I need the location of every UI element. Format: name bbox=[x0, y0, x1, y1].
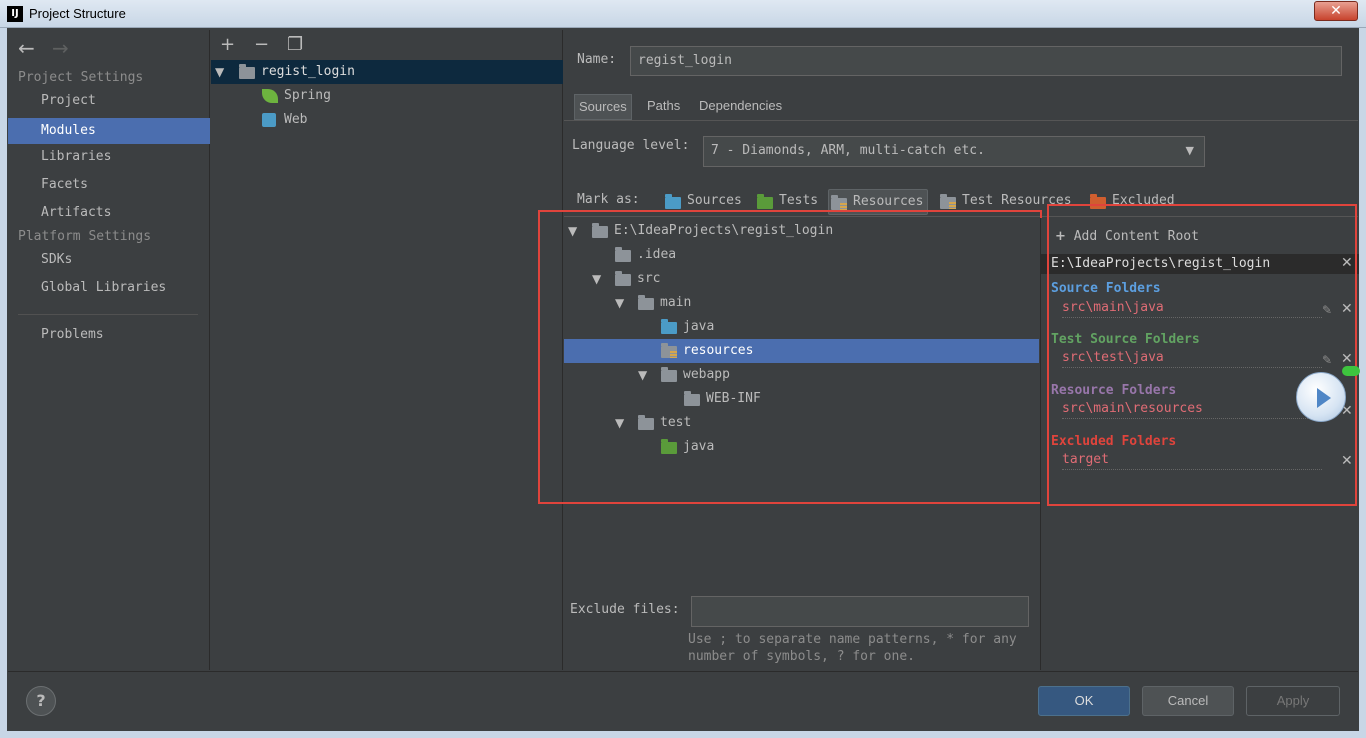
web-icon bbox=[262, 113, 276, 127]
resources-folder-icon bbox=[831, 195, 847, 210]
play-overlay-button[interactable] bbox=[1296, 372, 1346, 422]
language-level-select[interactable]: 7 - Diamonds, ARM, multi-catch etc. ▼ bbox=[703, 136, 1205, 167]
language-level-label: Language level: bbox=[572, 138, 690, 153]
intellij-icon: IJ bbox=[7, 6, 23, 22]
nav-divider bbox=[18, 314, 198, 315]
mark-label: Sources bbox=[687, 193, 742, 208]
back-arrow-icon[interactable]: ← bbox=[18, 36, 35, 60]
highlight-box-tree bbox=[538, 210, 1042, 504]
nav-item-modules[interactable]: Modules bbox=[8, 118, 210, 144]
test-resources-folder-icon bbox=[940, 194, 956, 209]
nav-item-problems[interactable]: Problems bbox=[8, 322, 210, 348]
module-folder-icon bbox=[239, 64, 255, 79]
tab-paths[interactable]: Paths bbox=[643, 94, 684, 120]
tests-folder-icon bbox=[757, 194, 773, 209]
tab-dependencies[interactable]: Dependencies bbox=[695, 94, 786, 120]
tab-divider bbox=[564, 120, 1358, 121]
green-indicator-icon bbox=[1342, 366, 1360, 376]
nav-item-libraries[interactable]: Libraries bbox=[8, 144, 210, 170]
nav-item-sdks[interactable]: SDKs bbox=[8, 247, 210, 273]
copy-icon[interactable]: ❐ bbox=[287, 34, 303, 55]
mark-label: Tests bbox=[779, 193, 819, 208]
nav-item-artifacts[interactable]: Artifacts bbox=[8, 200, 210, 226]
language-level-value: 7 - Diamonds, ARM, multi-catch etc. bbox=[711, 143, 985, 158]
module-name-input[interactable]: regist_login bbox=[630, 46, 1342, 76]
ok-button[interactable]: OK bbox=[1038, 686, 1130, 716]
facet-label: Spring bbox=[284, 88, 331, 103]
title-bar: IJ Project Structure ✕ bbox=[0, 0, 1366, 28]
facet-label: Web bbox=[284, 112, 308, 127]
spring-leaf-icon bbox=[262, 89, 278, 103]
module-row-root[interactable]: ▼ regist_login bbox=[211, 60, 563, 84]
add-icon[interactable]: + bbox=[220, 34, 235, 55]
facet-row-spring[interactable]: Spring bbox=[211, 84, 563, 108]
remove-icon[interactable]: − bbox=[254, 34, 269, 55]
facet-row-web[interactable]: Web bbox=[211, 108, 563, 132]
chevron-down-icon: ▼ bbox=[1185, 144, 1194, 157]
tab-sources[interactable]: Sources bbox=[574, 94, 632, 120]
exclude-hint-line1: Use ; to separate name patterns, * for a… bbox=[688, 632, 1017, 647]
help-button[interactable]: ? bbox=[26, 686, 56, 716]
name-label: Name: bbox=[577, 52, 617, 67]
mark-as-label: Mark as: bbox=[577, 192, 640, 207]
nav-item-facets[interactable]: Facets bbox=[8, 172, 210, 198]
nav-item-global-libraries[interactable]: Global Libraries bbox=[8, 275, 210, 301]
close-icon: ✕ bbox=[1330, 3, 1342, 19]
highlight-box-roots bbox=[1047, 204, 1357, 506]
settings-nav: ← → Project Settings Project Modules Lib… bbox=[8, 30, 210, 670]
exclude-hint-line2: number of symbols, ? for one. bbox=[688, 649, 915, 664]
window-title: Project Structure bbox=[29, 6, 126, 21]
mark-label: Resources bbox=[853, 194, 924, 209]
platform-settings-header: Platform Settings bbox=[18, 229, 152, 244]
exclude-files-label: Exclude files: bbox=[570, 602, 680, 617]
module-name: regist_login bbox=[261, 64, 355, 79]
cancel-button[interactable]: Cancel bbox=[1142, 686, 1234, 716]
expand-triangle-icon[interactable]: ▼ bbox=[215, 60, 224, 84]
forward-arrow-icon[interactable]: → bbox=[52, 36, 69, 60]
modules-pane: + − ❐ ▼ regist_login Spring Web bbox=[211, 30, 563, 670]
project-settings-header: Project Settings bbox=[18, 70, 144, 85]
nav-item-project[interactable]: Project bbox=[8, 88, 210, 114]
apply-button[interactable]: Apply bbox=[1246, 686, 1340, 716]
sources-folder-icon bbox=[665, 194, 681, 209]
exclude-files-input[interactable] bbox=[691, 596, 1029, 627]
close-window-button[interactable]: ✕ bbox=[1314, 1, 1358, 21]
